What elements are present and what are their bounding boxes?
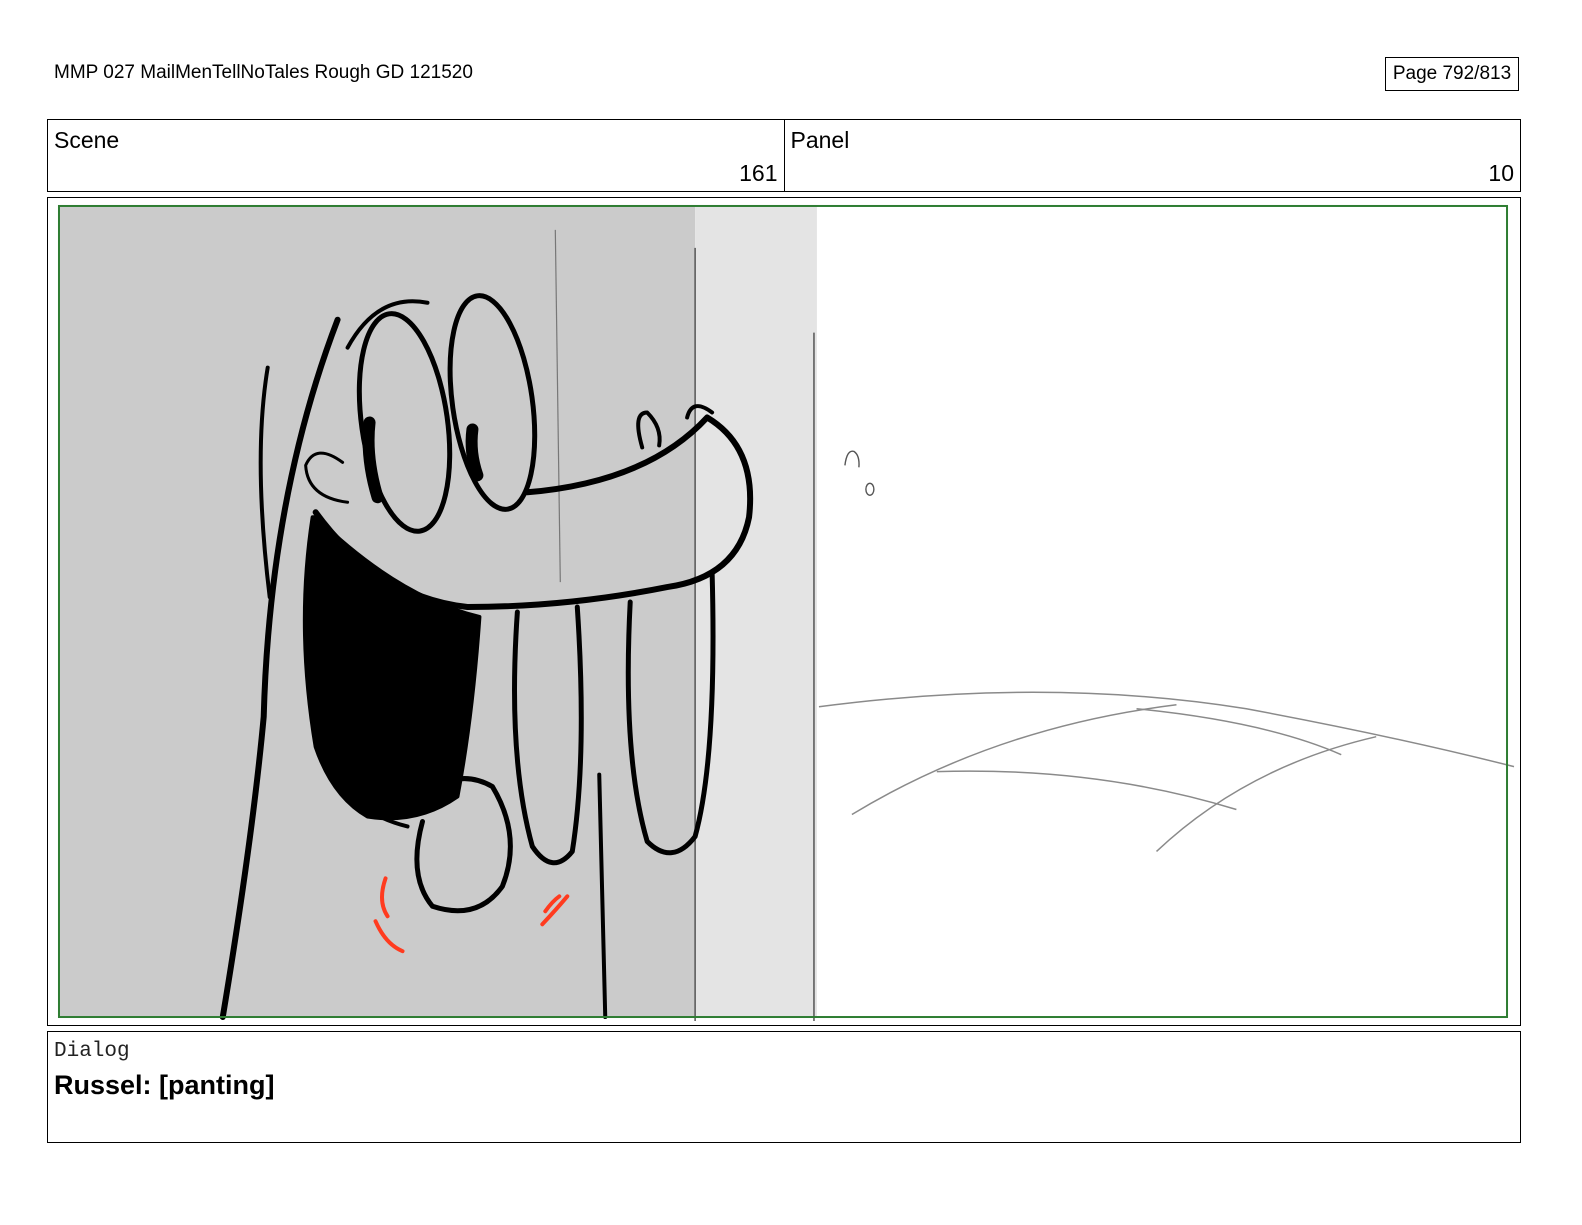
storyboard-drawing: [57, 204, 1515, 1022]
scene-panel-header: Scene 161 Panel 10: [47, 119, 1521, 192]
scene-label: Scene: [54, 127, 120, 153]
scene-cell: Scene 161: [48, 120, 784, 191]
scene-number: 161: [739, 160, 778, 186]
dialog-label: Dialog: [54, 1040, 130, 1063]
page-indicator: Page 792/813: [1385, 57, 1519, 91]
panel-cell: Panel 10: [783, 120, 1521, 191]
dialog-line: Russel: [panting]: [54, 1070, 275, 1100]
open-area: [816, 205, 1507, 1018]
storyboard-panel: [47, 197, 1521, 1026]
panel-number: 10: [1488, 160, 1514, 186]
document-title: MMP 027 MailMenTellNoTales Rough GD 1215…: [54, 62, 473, 83]
dialog-box: Dialog Russel: [panting]: [47, 1031, 1521, 1143]
panel-label: Panel: [790, 127, 850, 153]
